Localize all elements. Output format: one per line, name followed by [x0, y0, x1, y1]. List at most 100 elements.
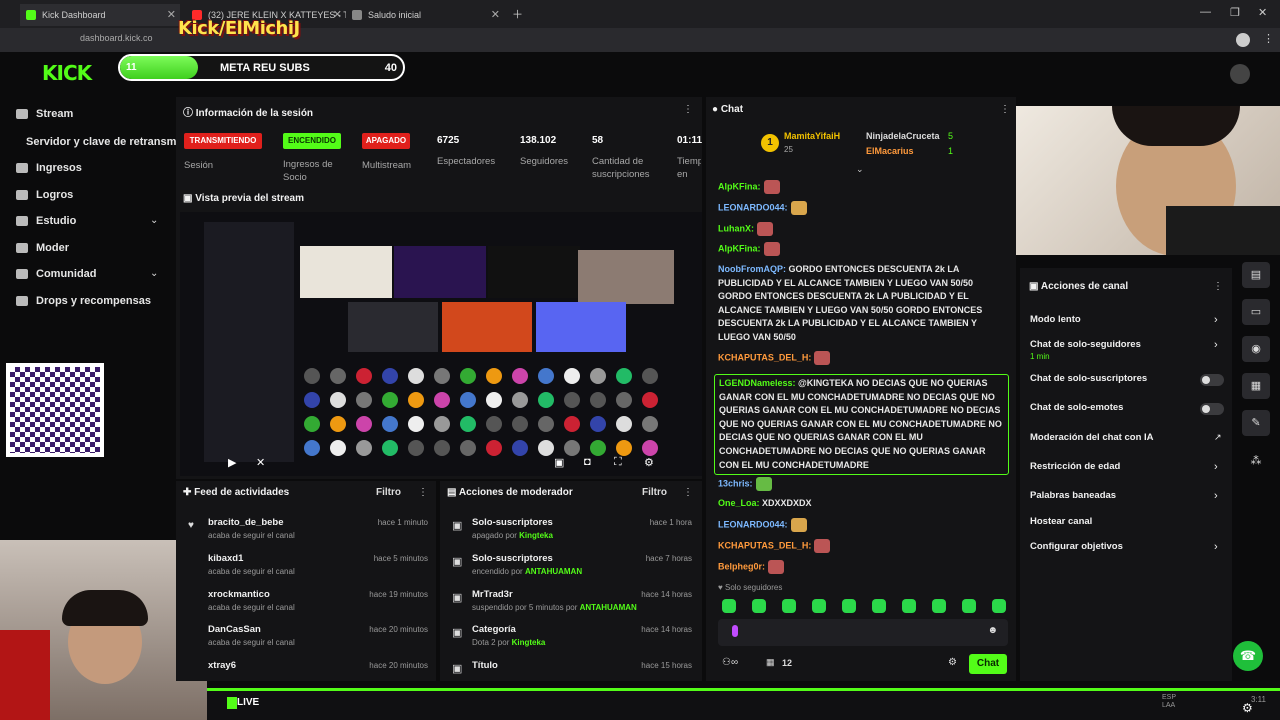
emoji-icon[interactable]: ☻ [987, 625, 998, 636]
chat-username[interactable]: 13chris: [718, 478, 753, 488]
nav-ingresos[interactable]: Ingresos [16, 162, 82, 174]
activity-filter-button[interactable]: Filtro [376, 487, 401, 498]
chat-shortcut-icon[interactable]: ▭ [1242, 299, 1270, 325]
mute-icon[interactable]: ✕ [256, 456, 265, 469]
broadcast-shortcut-icon[interactable]: ◉ [1242, 336, 1270, 362]
activity-name[interactable]: bracito_de_bebe [208, 517, 284, 528]
channel-action-label[interactable]: Configurar objetivos [1030, 541, 1123, 552]
quick-emote-icon[interactable] [782, 599, 796, 613]
tab-kick-dashboard[interactable]: Kick Dashboard ✕ [20, 4, 180, 26]
channel-action-label[interactable]: Chat de solo-suscriptores [1030, 373, 1147, 384]
quick-emote-icon[interactable] [842, 599, 856, 613]
user-avatar[interactable] [1230, 64, 1250, 84]
chat-username[interactable]: AlpKFina: [718, 243, 761, 253]
settings-icon[interactable]: ⚙ [1242, 701, 1253, 715]
channel-action-label[interactable]: Moderación del chat con IA [1030, 432, 1154, 443]
status-badge-encendido[interactable]: ENCENDIDO [283, 133, 341, 149]
expand-chevron-icon[interactable]: ⌄ [856, 164, 864, 175]
quick-emote-icon[interactable] [722, 599, 736, 613]
close-tab-icon[interactable]: ✕ [333, 4, 342, 26]
mod-action-name[interactable]: Título [472, 660, 498, 671]
chat-username[interactable]: LEONARDO044: [718, 202, 788, 212]
chat-input[interactable]: ☻ [718, 619, 1008, 646]
close-tab-icon[interactable]: ✕ [491, 4, 500, 26]
url-text[interactable]: dashboard.kick.co [80, 33, 153, 43]
quick-emote-icon[interactable] [932, 599, 946, 613]
more-options-icon[interactable]: ⋮ [1000, 104, 1010, 115]
channel-action-label[interactable]: Chat de solo-emotes [1030, 402, 1123, 413]
chevron-right-icon[interactable]: › [1214, 490, 1218, 502]
nav-comunidad[interactable]: Comunidad [16, 268, 97, 280]
status-badge-apagado[interactable]: APAGADO [362, 133, 410, 149]
quick-emote-icon[interactable] [962, 599, 976, 613]
chevron-down-icon[interactable]: ⌄ [150, 268, 158, 279]
quick-emote-icon[interactable] [902, 599, 916, 613]
mod-action-actor[interactable]: Kingteka [512, 638, 546, 647]
channel-action-label[interactable]: Palabras baneadas [1030, 490, 1116, 501]
wrench-icon[interactable]: ✎ [1242, 410, 1270, 436]
nav-stream[interactable]: Stream [16, 108, 73, 120]
chevron-right-icon[interactable]: › [1214, 461, 1218, 473]
nav-estudio[interactable]: Estudio [16, 215, 76, 227]
close-window-icon[interactable]: ✕ [1258, 6, 1267, 19]
activity-name[interactable]: kibaxd1 [208, 553, 243, 564]
nav-logros[interactable]: Logros [16, 189, 73, 201]
mod-action-name[interactable]: Solo-suscriptores [472, 517, 553, 528]
chevron-right-icon[interactable]: › [1214, 339, 1218, 351]
toggle-switch[interactable] [1200, 374, 1224, 386]
close-tab-icon[interactable]: ✕ [167, 4, 176, 26]
chat-username[interactable]: LEONARDO044: [718, 519, 788, 529]
fullscreen-icon[interactable]: ⛶ [614, 456, 622, 469]
chat-username[interactable]: AlpKFina: [718, 181, 761, 191]
quick-emote-icon[interactable] [812, 599, 826, 613]
toggle-switch[interactable] [1200, 403, 1224, 415]
chevron-down-icon[interactable]: ⌄ [150, 215, 158, 226]
play-icon[interactable]: ▶ [228, 456, 236, 469]
dashboard-shortcut-icon[interactable]: ▤ [1242, 262, 1270, 288]
more-options-icon[interactable]: ⋮ [683, 104, 693, 115]
mod-action-name[interactable]: Categoría [472, 624, 516, 635]
chat-username[interactable]: KCHAPUTAS_DEL_H: [718, 540, 811, 550]
nav-moderacion[interactable]: Moder [16, 242, 69, 254]
mod-action-name[interactable]: Solo-suscriptores [472, 553, 553, 564]
external-link-icon[interactable]: ↗ [1214, 432, 1222, 443]
new-tab-icon[interactable]: ＋ [512, 6, 523, 22]
tab-saludo[interactable]: Saludo inicial ✕ [346, 4, 504, 26]
mod-action-name[interactable]: MrTrad3r [472, 589, 513, 600]
language-indicator[interactable]: ESP LAA [1162, 694, 1186, 710]
chat-username[interactable]: LuhanX: [718, 223, 754, 233]
channel-action-label[interactable]: Hostear canal [1030, 516, 1092, 527]
profile-avatar[interactable] [1236, 33, 1250, 47]
chat-username[interactable]: Belpheg0r: [718, 561, 765, 571]
mod-filter-button[interactable]: Filtro [642, 487, 667, 498]
more-options-icon[interactable]: ⋮ [1213, 281, 1223, 292]
channel-action-label[interactable]: Restricción de edad [1030, 461, 1120, 472]
activity-name[interactable]: xrockmantico [208, 589, 270, 600]
chat-username[interactable]: NoobFromAQP: [718, 264, 786, 274]
chevron-right-icon[interactable]: › [1214, 541, 1218, 553]
pip-icon[interactable]: ▣ [554, 456, 564, 469]
gifter-3-name[interactable]: ElMacarius [866, 146, 914, 156]
activity-name[interactable]: xtray6 [208, 660, 236, 671]
chat-username[interactable]: LGENDNameless: [719, 378, 796, 388]
nav-stream-key[interactable]: Servidor y clave de retransm [26, 136, 176, 148]
gifter-2-name[interactable]: NinjadelaCruceta [866, 131, 940, 141]
quick-emote-icon[interactable] [872, 599, 886, 613]
minimize-icon[interactable]: — [1200, 6, 1211, 18]
channel-action-label[interactable]: Chat de solo-seguidores [1030, 339, 1141, 350]
mod-action-actor[interactable]: ANTAHUAMAN [525, 567, 582, 576]
clock[interactable]: 3:11 [1251, 695, 1266, 704]
nav-drops[interactable]: Drops y recompensas [16, 295, 151, 307]
share-icon[interactable]: ⁂ [1242, 448, 1270, 474]
chat-users-icon[interactable]: ⚇∞ [722, 657, 738, 668]
activity-name[interactable]: DanCasSan [208, 624, 261, 635]
quick-emote-icon[interactable] [992, 599, 1006, 613]
settings-icon[interactable]: ⚙ [644, 456, 654, 469]
support-button[interactable]: ☎ [1233, 641, 1263, 671]
stream-preview-video[interactable]: ▶ ✕ ▣ ◘ ⛶ ⚙ [180, 212, 702, 476]
channel-action-label[interactable]: Modo lento [1030, 314, 1081, 325]
chevron-right-icon[interactable]: › [1214, 314, 1218, 326]
chat-username[interactable]: One_Loa: [718, 498, 760, 508]
more-options-icon[interactable]: ⋮ [418, 487, 428, 498]
menu-dots-icon[interactable]: ⋮ [1263, 32, 1274, 45]
